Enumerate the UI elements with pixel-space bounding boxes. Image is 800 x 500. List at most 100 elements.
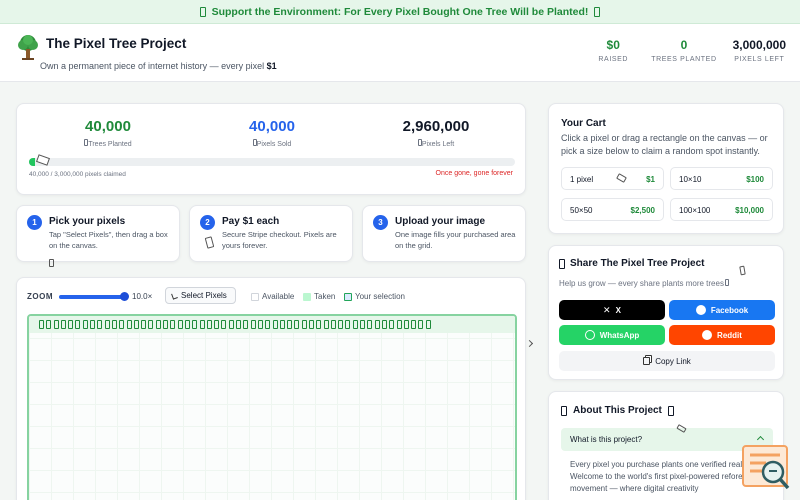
tree-cell-icon <box>90 320 96 329</box>
zoom-slider[interactable] <box>59 292 129 301</box>
tree-cell-icon <box>141 320 147 329</box>
site-tagline: Own a permanent piece of internet histor… <box>40 61 277 71</box>
site-header: The Pixel Tree Project Own a permanent p… <box>0 24 800 82</box>
tree-cell-icon <box>279 320 285 329</box>
stat-label: TREES PLANTED <box>651 56 717 63</box>
site-title[interactable]: The Pixel Tree Project <box>46 36 186 51</box>
tree-cell-icon <box>75 320 81 329</box>
size-option-1-pixel[interactable]: 1 pixel $1 <box>561 167 664 190</box>
tree-cell-icon <box>68 320 74 329</box>
leaf-icon <box>594 6 601 17</box>
share-panel: Share The Pixel Tree Project Help us gro… <box>548 245 784 380</box>
option-size: 1 pixel <box>570 175 594 184</box>
count-label: Pixels Left <box>351 139 521 148</box>
tree-cell-icon <box>411 320 417 329</box>
size-option-100x100[interactable]: 100×100 $10,000 <box>670 198 773 221</box>
step-description: Tap "Select Pixels", then drag a box on … <box>49 230 168 250</box>
zoom-value: 10.0× <box>132 292 153 301</box>
step-number: 1 <box>27 215 42 230</box>
legend-your-selection: Your selection <box>344 292 405 301</box>
stat-value: 0 <box>680 38 688 52</box>
step-title: Pay $1 each <box>222 216 280 227</box>
stat-value: 3,000,000 <box>732 38 786 52</box>
tree-cell-icon <box>228 320 234 329</box>
canvas-card: ZOOM 10.0× Select Pixels Available Taken… <box>16 277 526 500</box>
copy-link-button[interactable]: Copy Link <box>559 351 775 371</box>
tree-cell-icon <box>111 320 117 329</box>
pixel-canvas[interactable] <box>27 314 517 500</box>
tree-cell-icon <box>418 320 424 329</box>
share-reddit-button[interactable]: Reddit <box>669 325 775 345</box>
size-option-50x50[interactable]: 50×50 $2,500 <box>561 198 664 221</box>
legend-swatch <box>251 292 259 301</box>
share-whatsapp-label: WhatsApp <box>599 330 640 340</box>
tree-cell-icon <box>352 320 358 329</box>
tree-cell-icon <box>53 320 59 329</box>
copy-link-label: Copy Link <box>655 356 691 366</box>
tree-cell-icon <box>308 320 314 329</box>
tree-cell-icon <box>170 320 176 329</box>
count-pixels-left: 2,960,000 Pixels Left <box>351 118 521 148</box>
tree-cell-icon <box>184 320 190 329</box>
faq-question: What is this project? <box>570 435 643 444</box>
tree-cell-icon <box>163 320 169 329</box>
step-description: Secure Stripe checkout. Pixels are yours… <box>222 230 337 250</box>
tree-cell-icon <box>82 320 88 329</box>
select-pixels-button[interactable]: Select Pixels <box>165 287 236 304</box>
zoom-label: ZOOM <box>27 292 53 301</box>
tree-cell-icon <box>97 320 103 329</box>
zoom-slider-thumb[interactable] <box>120 292 129 301</box>
tree-cell-icon <box>396 320 402 329</box>
tree-cell-icon <box>126 320 132 329</box>
legend-available: Available <box>251 292 294 301</box>
step-card-3: 3 Upload your image One image fills your… <box>362 205 526 262</box>
reddit-icon <box>702 330 713 340</box>
size-option-10x10[interactable]: 10×10 $100 <box>670 167 773 190</box>
count-pixels-sold: 40,000 Pixels Sold <box>187 118 357 148</box>
chevron-up-icon <box>756 435 765 444</box>
cart-title: Your Cart <box>561 118 606 129</box>
top-banner: Support the Environment: For Every Pixel… <box>0 0 800 24</box>
progress-card: 40,000 Trees Planted 40,000 Pixels Sold … <box>16 103 526 195</box>
tree-cell-icon <box>257 320 263 329</box>
progress-fill <box>29 158 36 166</box>
legend-label: Your selection <box>355 292 405 301</box>
count-value: 40,000 <box>249 118 295 135</box>
count-label-text: Trees Planted <box>88 141 132 148</box>
stat-pixels-left: 3,000,000 PIXELS LEFT <box>733 38 786 63</box>
tree-cell-icon <box>265 320 271 329</box>
share-heading: Share The Pixel Tree Project <box>559 258 705 269</box>
share-x-button[interactable]: ✕ X <box>559 300 665 320</box>
tree-cell-icon <box>177 320 183 329</box>
cart-panel: Your Cart Click a pixel or drag a rectan… <box>548 103 784 234</box>
tagline-price: $1 <box>266 61 277 71</box>
share-whatsapp-button[interactable]: WhatsApp <box>559 325 665 345</box>
legend-label: Available <box>262 292 295 301</box>
tree-cell-icon <box>425 320 431 329</box>
share-icon <box>559 258 565 269</box>
pointer-icon <box>49 259 54 267</box>
count-label-text: Pixels Sold <box>256 141 292 148</box>
whatsapp-icon <box>584 330 595 340</box>
tree-cell-icon <box>60 320 66 329</box>
option-price: $1 <box>646 175 655 184</box>
help-chat-icon[interactable] <box>742 445 792 495</box>
tree-cell-icon <box>345 320 351 329</box>
tree-cell-icon <box>206 320 212 329</box>
tree-logo-icon[interactable] <box>16 34 40 60</box>
tree-cell-icon <box>360 320 366 329</box>
legend-taken: Taken <box>303 292 335 301</box>
stat-label: PIXELS LEFT <box>734 56 785 63</box>
tree-cell-icon <box>119 320 125 329</box>
share-facebook-label: Facebook <box>710 305 749 315</box>
share-subtitle: Help us grow — every share plants more t… <box>559 279 729 288</box>
tree-cell-icon <box>221 320 227 329</box>
claimed-text: 40,000 / 3,000,000 pixels claimed <box>29 171 126 178</box>
option-price: $100 <box>746 175 764 184</box>
share-facebook-button[interactable]: Facebook <box>669 300 775 320</box>
leaf-icon <box>667 405 674 416</box>
tree-cell-icon <box>287 320 293 329</box>
scroll-arrow-icon[interactable] <box>525 339 534 348</box>
count-value: 40,000 <box>85 118 131 135</box>
tree-cell-icon <box>133 320 139 329</box>
